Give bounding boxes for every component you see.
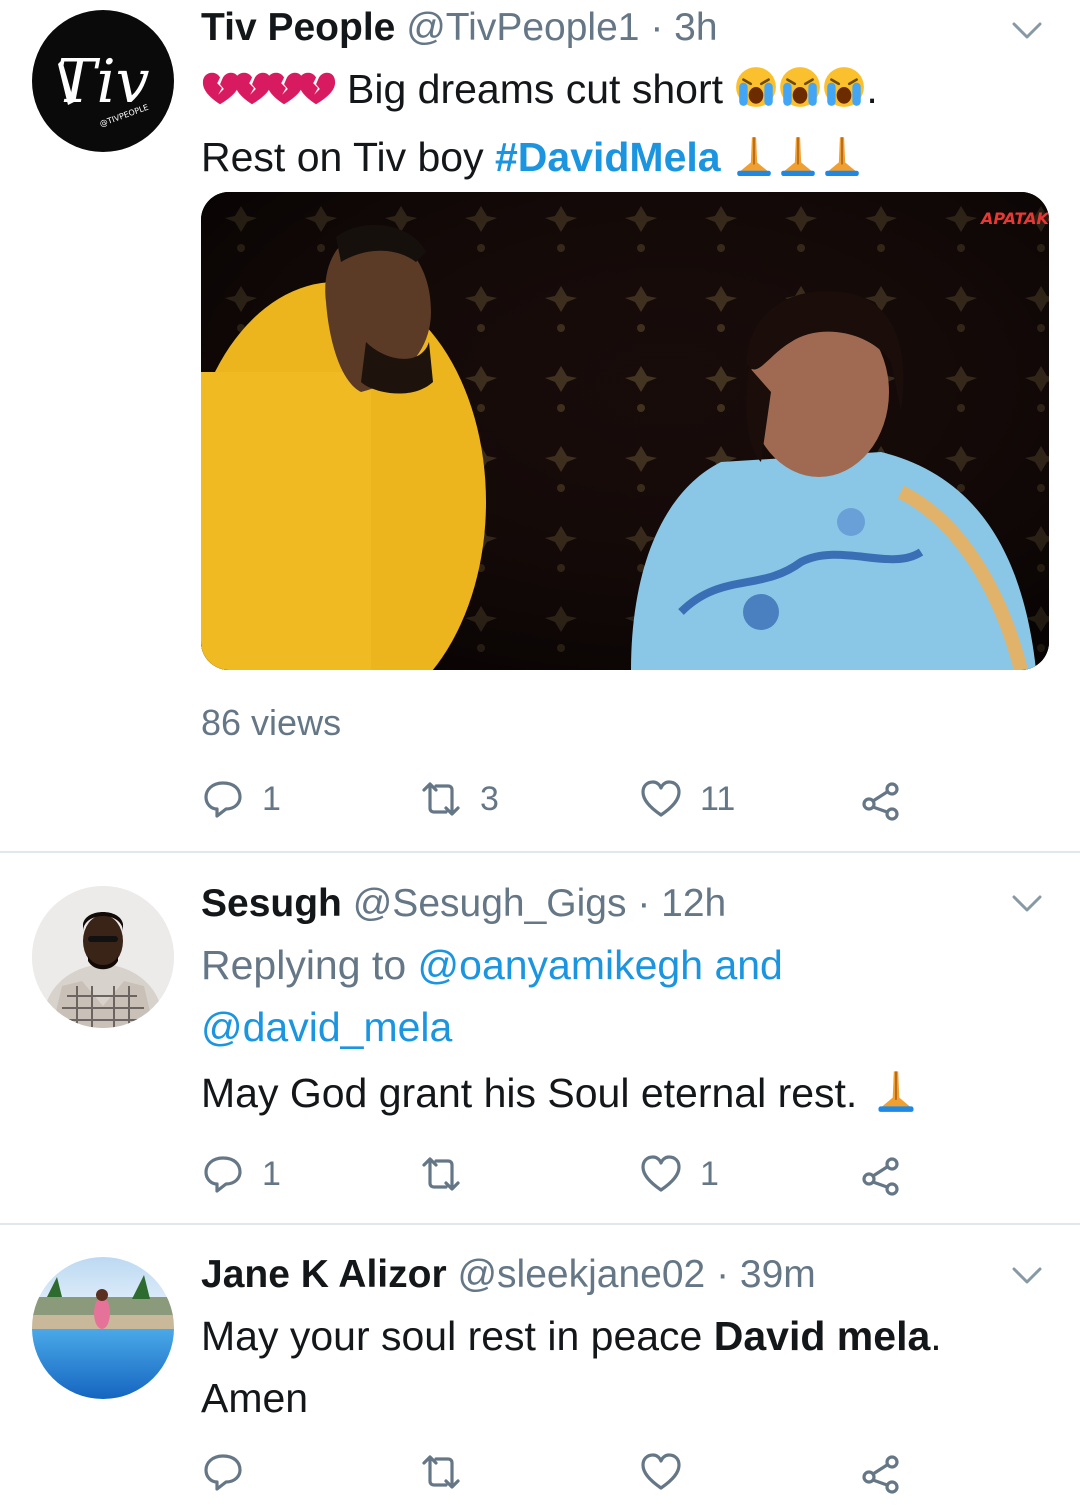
mention-link[interactable]: @oanyamikegh — [418, 942, 704, 988]
separator-dot: · — [650, 6, 664, 49]
reply-count: 1 — [262, 779, 281, 818]
reply-button[interactable]: 1 — [200, 774, 281, 824]
tweet-janekalizor[interactable]: Jane K Alizor @sleekjane02 · 39m May you… — [0, 1225, 1080, 1506]
tweet-tivpeople[interactable]: Tiv @TIVPEOPLE Tiv People @TivPeople1 · … — [0, 0, 1080, 852]
tweet-text: May your soul rest in peace David mela. … — [201, 1313, 942, 1421]
share-button[interactable] — [858, 774, 904, 824]
like-button[interactable]: 1 — [638, 1149, 719, 1199]
user-handle[interactable]: @sleekjane02 — [457, 1253, 705, 1296]
chevron-down-icon[interactable] — [1010, 887, 1044, 921]
retweet-icon — [422, 1455, 460, 1489]
hashtag-link[interactable]: #DavidMela — [495, 134, 721, 180]
reply-button[interactable]: 1 — [200, 1149, 281, 1199]
retweet-button[interactable] — [418, 1149, 480, 1199]
share-icon — [862, 1157, 899, 1196]
crying-face-emoji — [778, 64, 822, 126]
user-handle[interactable]: @TivPeople1 — [406, 6, 639, 49]
timestamp[interactable]: 3h — [674, 6, 717, 49]
folded-hands-emoji — [869, 1067, 923, 1130]
replying-to: Replying to @oanyamikegh and @david_mela — [201, 942, 783, 1050]
avatar[interactable] — [32, 886, 174, 1028]
retweet-icon — [422, 1157, 460, 1191]
crying-face-emoji — [734, 64, 778, 126]
display-name[interactable]: Jane K Alizor — [201, 1253, 447, 1296]
like-icon — [641, 1453, 681, 1490]
watermark-text: APATAKO — [979, 209, 1049, 228]
video-media[interactable]: APATAKO — [201, 192, 1049, 670]
reply-button[interactable] — [200, 1447, 246, 1497]
video-thumbnail: APATAKO — [201, 192, 1049, 670]
tweet-header: Tiv People @TivPeople1 · 3h — [201, 4, 1040, 52]
tweet-text-line2: Rest on Tiv boy — [201, 134, 484, 180]
tweet-header: Sesugh @Sesugh_Gigs · 12h — [201, 880, 1040, 928]
avatar[interactable] — [32, 1257, 174, 1399]
tweet-text: May God grant his Soul eternal rest. — [201, 1062, 1040, 1130]
user-handle[interactable]: @Sesugh_Gigs — [353, 882, 627, 925]
reply-icon — [204, 781, 242, 818]
share-button[interactable] — [858, 1149, 904, 1199]
like-count: 11 — [700, 779, 736, 818]
display-name[interactable]: Sesugh — [201, 882, 342, 925]
reply-icon — [204, 1454, 242, 1491]
timestamp[interactable]: 39m — [740, 1253, 816, 1296]
like-icon — [641, 1155, 681, 1192]
retweet-icon — [422, 782, 460, 816]
retweet-button[interactable]: 3 — [418, 774, 499, 824]
timestamp[interactable]: 12h — [661, 882, 726, 925]
action-bar: 1 1 — [200, 1149, 920, 1199]
tweet-header: Jane K Alizor @sleekjane02 · 39m — [201, 1251, 1040, 1299]
tweet-text-line1: Big dreams cut short — [347, 66, 723, 112]
share-icon — [862, 782, 899, 821]
reply-count: 1 — [262, 1154, 281, 1193]
separator-dot: · — [716, 1253, 730, 1296]
crying-face-emoji — [822, 64, 866, 126]
like-icon — [641, 780, 681, 817]
like-count: 1 — [700, 1154, 719, 1193]
action-bar — [200, 1447, 920, 1497]
folded-hands-emoji — [732, 132, 776, 194]
view-count: 86 views — [201, 702, 342, 743]
share-icon — [862, 1455, 899, 1494]
display-name[interactable]: Tiv People — [201, 6, 395, 49]
broken-heart-emoji — [297, 64, 337, 126]
action-bar: 1 3 11 — [200, 774, 920, 824]
chevron-down-icon[interactable] — [1010, 1259, 1044, 1293]
mention-link[interactable]: @david_mela — [201, 1004, 452, 1050]
like-button[interactable] — [638, 1447, 684, 1497]
like-button[interactable]: 11 — [638, 774, 735, 824]
tweet-sesugh[interactable]: Sesugh @Sesugh_Gigs · 12h Replying to @o… — [0, 853, 1080, 1223]
reply-icon — [204, 1156, 242, 1193]
retweet-button[interactable] — [418, 1447, 464, 1497]
folded-hands-emoji — [820, 132, 864, 194]
tweet-text: Big dreams cut short . Rest on Tiv boy #… — [201, 58, 1040, 194]
share-button[interactable] — [858, 1447, 904, 1497]
avatar[interactable]: Tiv @TIVPEOPLE — [32, 10, 174, 152]
separator-dot: · — [637, 882, 651, 925]
chevron-down-icon[interactable] — [1010, 14, 1044, 48]
folded-hands-emoji — [776, 132, 820, 194]
retweet-count: 3 — [480, 779, 499, 818]
